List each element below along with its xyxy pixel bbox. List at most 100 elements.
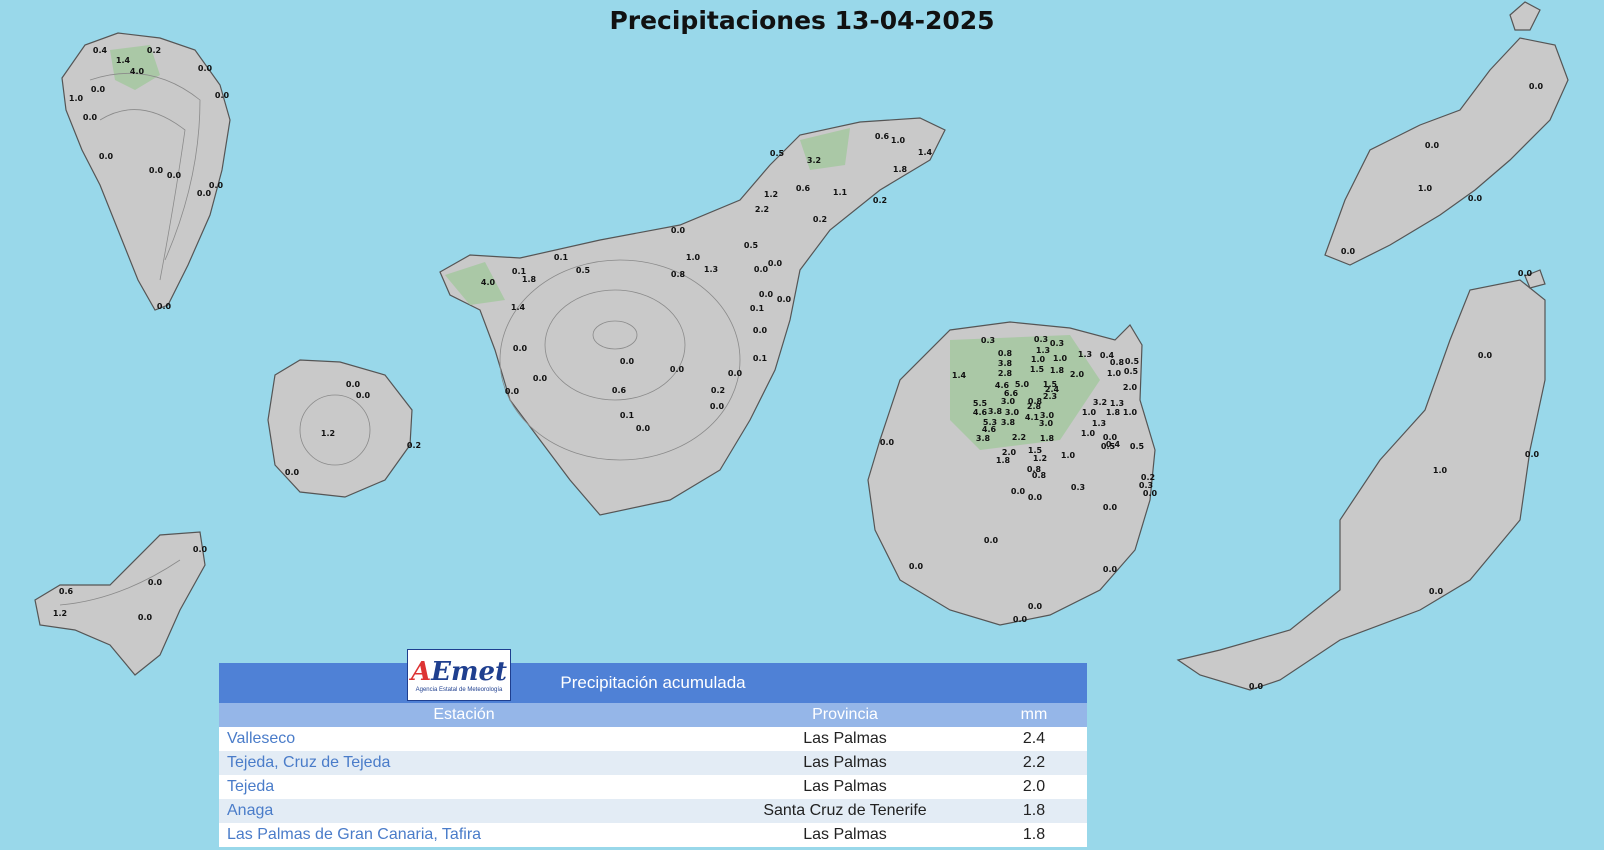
precip-label: 0.5 <box>1124 367 1139 376</box>
precip-label: 4.0 <box>130 67 145 76</box>
precip-label: 0.0 <box>1525 450 1540 459</box>
precip-label: 2.8 <box>1027 402 1042 411</box>
precip-label: 0.0 <box>1103 503 1118 512</box>
table-row: Las Palmas de Gran Canaria, Tafira Las P… <box>219 823 1087 847</box>
precip-label: 3.0 <box>1039 419 1054 428</box>
precip-label: 0.2 <box>873 196 887 205</box>
precip-label: 1.4 <box>511 303 526 312</box>
precip-label: 2.2 <box>1012 433 1026 442</box>
precip-label: 3.0 <box>1001 397 1016 406</box>
precip-label: 2.8 <box>998 369 1013 378</box>
table-row: Valleseco Las Palmas 2.4 <box>219 727 1087 751</box>
precip-label: 3.8 <box>976 434 991 443</box>
precip-label: 0.0 <box>728 369 743 378</box>
aemet-logo-word: AEmet <box>410 656 508 687</box>
precip-label: 1.8 <box>1040 434 1055 443</box>
precip-label: 0.0 <box>1341 247 1356 256</box>
precip-label: 0.0 <box>1529 82 1544 91</box>
precip-label: 0.0 <box>193 545 208 554</box>
precip-label: 0.2 <box>407 441 421 450</box>
precip-label: 2.2 <box>755 205 769 214</box>
precip-label: 0.0 <box>1518 269 1533 278</box>
precip-label: 0.0 <box>670 365 685 374</box>
table-body: Valleseco Las Palmas 2.4 Tejeda, Cruz de… <box>219 727 1087 847</box>
precipitation-table: AEmet Agencia Estatal de Meteorología Pr… <box>219 649 1087 847</box>
station-name: Tejeda <box>227 778 275 795</box>
precip-label: 0.0 <box>909 562 924 571</box>
precip-label: 0.5 <box>576 266 591 275</box>
precip-label: 0.0 <box>671 226 686 235</box>
precip-label: 0.8 <box>1032 471 1047 480</box>
precip-label: 1.3 <box>1036 346 1050 355</box>
precip-label: 1.0 <box>891 136 906 145</box>
precip-label: 3.8 <box>1001 418 1016 427</box>
precip-label: 0.0 <box>91 85 106 94</box>
precip-mm: 2.2 <box>1022 754 1046 771</box>
precip-label: 0.0 <box>759 290 774 299</box>
precip-label: 1.3 <box>1092 419 1106 428</box>
precip-label: 0.0 <box>636 424 651 433</box>
table-title: Precipitación acumulada <box>560 673 746 692</box>
precip-label: 0.8 <box>671 270 686 279</box>
station-name: Tejeda, Cruz de Tejeda <box>227 754 391 771</box>
precip-label: 1.0 <box>1418 184 1433 193</box>
precip-label: 3.8 <box>998 359 1013 368</box>
table-header: AEmet Agencia Estatal de Meteorología Pr… <box>219 649 1087 703</box>
precip-label: 1.0 <box>1433 466 1448 475</box>
precip-label: 0.0 <box>533 374 548 383</box>
province: Las Palmas <box>803 778 887 795</box>
precip-label: 0.0 <box>1478 351 1493 360</box>
station-name: Anaga <box>227 802 274 819</box>
precip-mm: 1.8 <box>1022 826 1046 843</box>
precip-label: 1.0 <box>1082 408 1097 417</box>
precip-label: 1.0 <box>1061 451 1076 460</box>
province: Las Palmas <box>803 730 887 747</box>
precip-label: 0.1 <box>753 354 768 363</box>
table-row: Tejeda Las Palmas 2.0 <box>219 775 1087 799</box>
precip-label: 0.0 <box>356 391 371 400</box>
precip-label: 3.0 <box>1005 408 1020 417</box>
header-provincia: Provincia <box>812 706 878 723</box>
precip-label: 1.3 <box>1110 399 1124 408</box>
precip-label: 1.8 <box>522 275 537 284</box>
precip-mm: 2.0 <box>1022 778 1046 795</box>
station-name: Valleseco <box>227 730 296 747</box>
precip-label: 1.8 <box>1050 366 1065 375</box>
precip-label: 0.6 <box>612 386 627 395</box>
precip-label: 0.0 <box>1103 433 1118 442</box>
precip-label: 1.0 <box>1123 408 1138 417</box>
precip-label: 1.0 <box>1107 369 1122 378</box>
precip-label: 2.0 <box>1123 383 1138 392</box>
precip-label: 0.0 <box>167 171 182 180</box>
precip-label: 0.0 <box>768 259 783 268</box>
precip-label: 2.3 <box>1043 392 1057 401</box>
column-headers: Estación Provincia mm <box>219 703 1087 727</box>
precip-label: 1.0 <box>1031 355 1046 364</box>
table-row: Tejeda, Cruz de Tejeda Las Palmas 2.2 <box>219 751 1087 775</box>
precip-label: 1.4 <box>952 371 967 380</box>
precip-label: 0.0 <box>1249 682 1264 691</box>
precip-label: 1.2 <box>764 190 778 199</box>
precip-label: 0.0 <box>215 91 230 100</box>
province: Santa Cruz de Tenerife <box>763 802 927 819</box>
precip-label: 0.6 <box>796 184 811 193</box>
precip-label: 0.5 <box>1125 357 1140 366</box>
precip-label: 0.5 <box>1101 442 1116 451</box>
precip-label: 0.0 <box>753 326 768 335</box>
precip-label: 0.0 <box>99 152 114 161</box>
precip-label: 0.0 <box>148 578 163 587</box>
precip-label: 0.2 <box>813 215 827 224</box>
precip-label: 0.3 <box>1071 483 1085 492</box>
precip-label: 0.0 <box>346 380 361 389</box>
island-la-palma <box>61 32 231 311</box>
precip-label: 0.6 <box>875 132 890 141</box>
precip-label: 1.1 <box>833 188 848 197</box>
island-fuerteventura <box>1176 269 1546 691</box>
precip-label: 0.0 <box>1429 587 1444 596</box>
precip-label: 0.0 <box>1143 489 1158 498</box>
precip-label: 0.0 <box>620 357 635 366</box>
precip-label: 0.0 <box>505 387 520 396</box>
aemet-logo-subtitle: Agencia Estatal de Meteorología <box>415 686 503 693</box>
precip-label: 0.1 <box>750 304 765 313</box>
precip-label: 0.2 <box>711 386 725 395</box>
